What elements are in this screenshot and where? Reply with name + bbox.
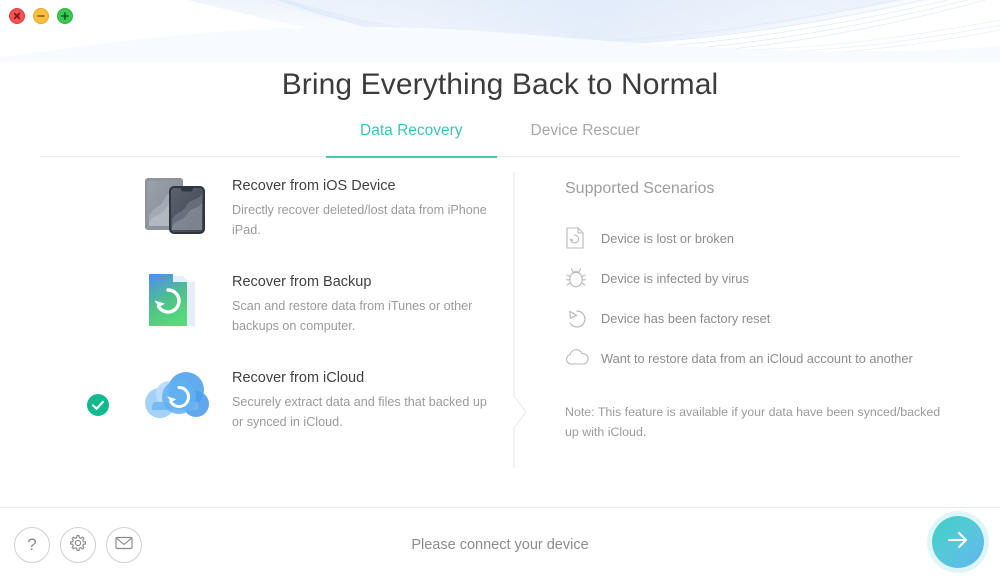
help-icon: ? [27,534,37,554]
window-controls [9,8,73,24]
scenario-label: Device is infected by virus [601,270,749,286]
option-text: Recover from iOS Device Directly recover… [216,168,490,240]
undo-arrow-icon [565,306,595,330]
tab-bar: Data Recovery Device Rescuer [40,122,960,158]
scenario-label: Device is lost or broken [601,230,734,246]
bug-icon [565,266,595,290]
cloud-icon [565,348,595,368]
close-button[interactable] [9,8,25,24]
scenario-item: Device is infected by virus [565,258,965,298]
status-text: Please connect your device [411,536,589,553]
scenario-label: Want to restore data from an iCloud acco… [601,350,913,366]
pane-divider [512,172,534,468]
scenario-item: Device is lost or broken [565,218,965,258]
option-description: Securely extract data and files that bac… [232,395,487,429]
mail-icon [115,536,133,555]
app-window: Bring Everything Back to Normal Data Rec… [0,0,1000,581]
footer-bar: Please connect your device ? [0,507,1000,581]
minimize-button[interactable] [33,8,49,24]
scenario-label: Device has been factory reset [601,310,771,326]
tab-device-rescuer[interactable]: Device Rescuer [497,123,674,157]
scenario-item: Want to restore data from an iCloud acco… [565,338,965,378]
main-content: Recover from iOS Device Directly recover… [0,168,1000,468]
mail-button[interactable] [106,527,142,563]
gear-icon [69,534,87,557]
help-button[interactable]: ? [14,527,50,563]
option-text: Recover from iCloud Securely extract dat… [216,360,490,432]
scenario-item: Device has been factory reset [565,298,965,338]
recovery-options-list: Recover from iOS Device Directly recover… [80,168,500,456]
selected-check-icon [87,394,109,416]
scenarios-title: Supported Scenarios [565,180,715,197]
settings-button[interactable] [60,527,96,563]
option-recover-from-icloud[interactable]: Recover from iCloud Securely extract dat… [80,360,500,434]
option-recover-from-backup[interactable]: Recover from Backup Scan and restore dat… [80,264,500,338]
option-text: Recover from Backup Scan and restore dat… [216,264,490,336]
icloud-icon [136,360,216,434]
option-description: Directly recover deleted/lost data from … [232,203,487,237]
header-wave-decoration [0,0,1000,62]
backup-folder-icon [136,264,216,338]
next-button[interactable] [932,516,984,568]
ios-device-icon [136,168,216,242]
tab-data-recovery[interactable]: Data Recovery [326,123,497,158]
page-title: Bring Everything Back to Normal [281,68,719,101]
option-description: Scan and restore data from iTunes or oth… [232,299,473,333]
scenarios-note: Note: This feature is available if your … [565,405,941,440]
option-title: Recover from iCloud [232,370,365,386]
arrow-right-icon [945,529,971,556]
footer-buttons: ? [14,527,142,563]
document-restore-icon [565,226,595,250]
option-recover-from-ios-device[interactable]: Recover from iOS Device Directly recover… [80,168,500,242]
maximize-button[interactable] [57,8,73,24]
option-title: Recover from iOS Device [232,178,396,194]
supported-scenarios-panel: Supported Scenarios Device is lost or br… [565,180,965,443]
option-title: Recover from Backup [232,274,372,290]
